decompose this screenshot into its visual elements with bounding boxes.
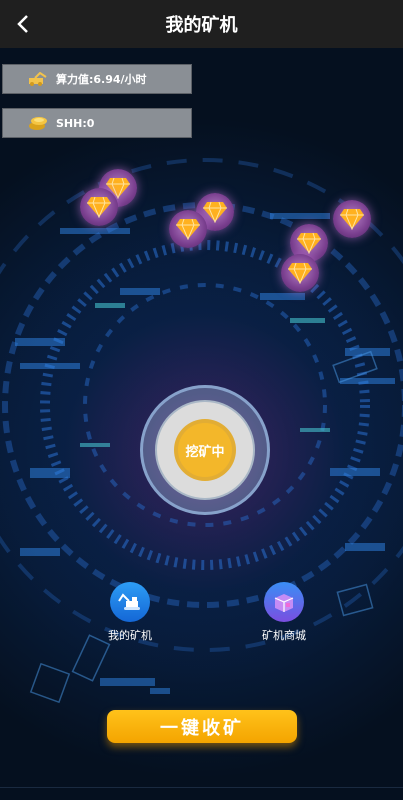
- shh-chip: SHH:0: [2, 108, 192, 138]
- miner-shop-button[interactable]: 矿机商城: [244, 582, 324, 643]
- my-miner-button[interactable]: 我的矿机: [90, 582, 170, 643]
- hashrate-chip: 算力值:6.94/小时: [2, 64, 192, 94]
- mining-stage: 算力值:6.94/小时 SHH:0 挖矿中 我的矿机 矿机商城 一键收矿: [0, 48, 403, 800]
- collect-all-button[interactable]: 一键收矿: [107, 710, 297, 743]
- mining-core: 挖矿中: [140, 385, 270, 515]
- page-title: 我的矿机: [165, 15, 238, 36]
- diamond-icon: [87, 196, 111, 218]
- back-button[interactable]: [10, 10, 36, 38]
- shop-box-icon: [264, 582, 304, 622]
- coins-icon: [25, 115, 51, 131]
- mining-status-button[interactable]: 挖矿中: [178, 423, 232, 477]
- diamond-icon: [340, 208, 364, 230]
- shh-value: SHH:0: [56, 116, 95, 130]
- diamond-gem[interactable]: [169, 210, 207, 248]
- diamond-gem[interactable]: [333, 200, 371, 238]
- diamond-icon: [297, 232, 321, 254]
- diamond-gem[interactable]: [80, 188, 118, 226]
- miner-shop-label: 矿机商城: [262, 629, 306, 642]
- header-bar: 我的矿机: [0, 0, 403, 48]
- my-miner-label: 我的矿机: [108, 629, 152, 642]
- chevron-left-icon: [17, 15, 28, 33]
- diamond-icon: [203, 201, 227, 223]
- miner-icon: [25, 72, 51, 86]
- mining-core-ring: 挖矿中: [155, 400, 255, 500]
- diamond-gem[interactable]: [281, 254, 319, 292]
- hashrate-value: 算力值:6.94/小时: [56, 73, 147, 86]
- diamond-icon: [288, 262, 312, 284]
- excavator-icon: [110, 582, 150, 622]
- diamond-icon: [176, 218, 200, 240]
